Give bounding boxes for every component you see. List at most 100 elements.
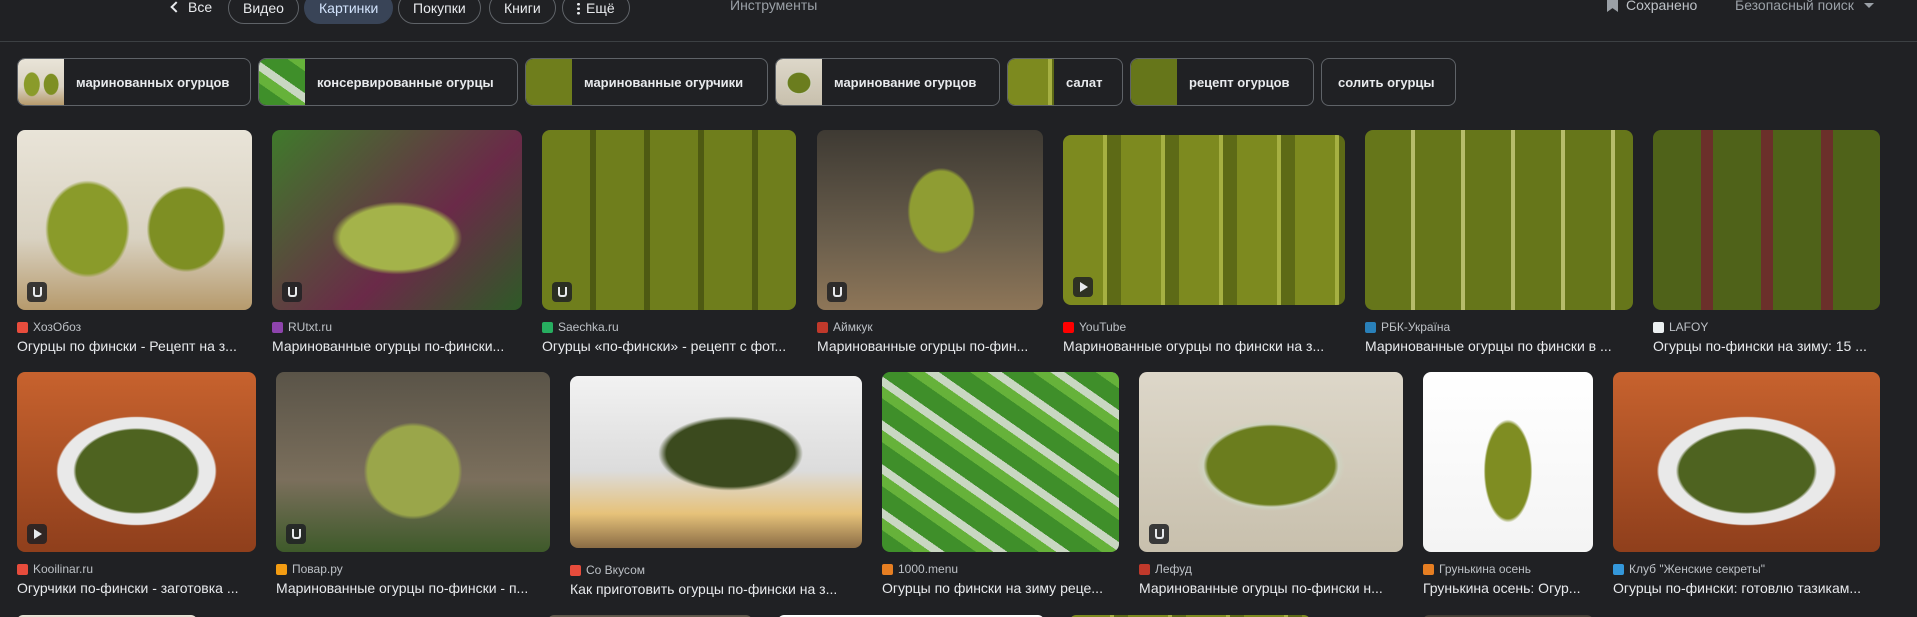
favicon-icon — [1063, 321, 1074, 333]
result-title[interactable]: Огурцы по-фински: готовлю тазикам... — [1613, 580, 1880, 596]
result-image[interactable] — [276, 372, 550, 552]
chip-thumbnail — [526, 59, 572, 105]
result-image[interactable] — [882, 372, 1119, 552]
chip-pickled-gherkins[interactable]: маринованные огурчики — [525, 58, 768, 106]
favicon-icon — [276, 563, 287, 575]
result-title[interactable]: Огурцы по-фински на зиму: 15 ... — [1653, 338, 1880, 354]
result-title[interactable]: Огурцы по фински - Рецепт на з... — [17, 338, 252, 354]
chip-salt-cucumbers[interactable]: солить огурцы — [1321, 58, 1456, 106]
utensils-icon — [32, 287, 42, 297]
result-title[interactable]: Огурчики по-фински - заготовка ... — [17, 580, 256, 596]
recipe-badge — [552, 282, 572, 302]
result-card[interactable]: ХозОбоз Огурцы по фински - Рецепт на з..… — [17, 130, 252, 354]
favicon-icon — [17, 563, 28, 575]
result-source[interactable]: Со Вкусом — [570, 562, 862, 578]
safe-search-dropdown[interactable]: Безопасный поиск — [1735, 0, 1874, 13]
result-image[interactable] — [570, 376, 862, 548]
favicon-icon — [1613, 563, 1624, 575]
result-card[interactable]: Грунькина осень Грунькина осень: Огур... — [1423, 372, 1593, 596]
chip-salad[interactable]: салат — [1007, 58, 1123, 106]
bookmark-icon — [1607, 0, 1618, 12]
result-card[interactable]: Kooilinar.ru Огурчики по-фински - загото… — [17, 372, 256, 596]
result-card[interactable]: RUtxt.ru Маринованные огурцы по-фински..… — [272, 130, 522, 354]
result-image[interactable] — [542, 130, 796, 310]
favicon-icon — [272, 321, 283, 333]
chip-canned-cucumbers[interactable]: консервированные огурцы — [258, 58, 518, 106]
tab-shopping[interactable]: Покупки — [398, 0, 481, 24]
utensils-icon — [832, 287, 842, 297]
video-badge — [27, 524, 47, 544]
result-title[interactable]: Как приготовить огурцы по-фински на з... — [570, 581, 862, 597]
result-card[interactable]: Лефуд Маринованные огурцы по-фински н... — [1139, 372, 1403, 596]
result-source[interactable]: 1000.menu — [882, 561, 1119, 577]
recipe-badge — [27, 282, 47, 302]
result-card[interactable]: Аймкук Маринованные огурцы по-фин... — [817, 130, 1043, 354]
result-source[interactable]: Kooilinar.ru — [17, 561, 256, 577]
chip-pickling-cucumbers[interactable]: маринование огурцов — [775, 58, 1000, 106]
result-source[interactable]: Повар.ру — [276, 561, 550, 577]
favicon-icon — [1653, 321, 1664, 333]
result-source[interactable]: RUtxt.ru — [272, 319, 522, 335]
result-image[interactable] — [1139, 372, 1403, 552]
result-source[interactable]: YouTube — [1063, 319, 1345, 335]
chip-thumbnail — [1008, 59, 1054, 105]
saved-button[interactable]: Сохранено — [1607, 0, 1697, 13]
result-title[interactable]: Грунькина осень: Огур... — [1423, 580, 1593, 596]
result-image[interactable] — [17, 130, 252, 310]
recipe-badge — [286, 524, 306, 544]
result-card[interactable]: РБК-Україна Маринованные огурцы по финск… — [1365, 130, 1633, 354]
result-title[interactable]: Маринованные огурцы по-фински н... — [1139, 580, 1403, 596]
search-tabs-bar: Все Видео Картинки Покупки Книги Ещё Инс… — [0, 0, 1917, 42]
result-source[interactable]: Клуб "Женские секреты" — [1613, 561, 1880, 577]
tab-books[interactable]: Книги — [489, 0, 556, 24]
tab-more[interactable]: Ещё — [562, 0, 630, 24]
result-title[interactable]: Огурцы «по-фински» - рецепт с фот... — [542, 338, 796, 354]
result-source[interactable]: Аймкук — [817, 319, 1043, 335]
result-card[interactable]: Со Вкусом Как приготовить огурцы по-финс… — [570, 376, 862, 597]
chip-thumbnail — [1131, 59, 1177, 105]
result-image[interactable] — [1613, 372, 1880, 552]
result-image[interactable] — [817, 130, 1043, 310]
favicon-icon — [570, 564, 581, 576]
result-card[interactable]: YouTube Маринованные огурцы по фински на… — [1063, 135, 1345, 354]
utensils-icon — [1154, 529, 1164, 539]
chip-thumbnail — [259, 59, 305, 105]
chip-thumbnail — [776, 59, 822, 105]
result-title[interactable]: Маринованные огурцы по фински на з... — [1063, 338, 1345, 354]
recipe-badge — [1149, 524, 1169, 544]
favicon-icon — [1139, 563, 1150, 575]
result-card[interactable]: Повар.ру Маринованные огурцы по-фински -… — [276, 372, 550, 596]
result-image[interactable] — [1063, 135, 1345, 305]
result-source[interactable]: Saechka.ru — [542, 319, 796, 335]
recipe-badge — [827, 282, 847, 302]
recipe-badge — [282, 282, 302, 302]
result-image[interactable] — [1365, 130, 1633, 310]
result-image[interactable] — [272, 130, 522, 310]
result-title[interactable]: Маринованные огурцы по фински в ... — [1365, 338, 1633, 354]
result-title[interactable]: Маринованные огурцы по-фински... — [272, 338, 522, 354]
result-title[interactable]: Маринованные огурцы по-фин... — [817, 338, 1043, 354]
result-title[interactable]: Маринованные огурцы по-фински - п... — [276, 580, 550, 596]
chip-cucumber-recipe[interactable]: рецепт огурцов — [1130, 58, 1314, 106]
result-source[interactable]: ХозОбоз — [17, 319, 252, 335]
result-card[interactable]: Saechka.ru Огурцы «по-фински» - рецепт с… — [542, 130, 796, 354]
result-image[interactable] — [1423, 372, 1593, 552]
result-card[interactable]: 1000.menu Огурцы по фински на зиму реце.… — [882, 372, 1119, 596]
result-title[interactable]: Огурцы по фински на зиму реце... — [882, 580, 1119, 596]
chip-pickled-cucumbers[interactable]: маринованных огурцов — [17, 58, 251, 106]
result-image[interactable] — [17, 372, 256, 552]
tab-images[interactable]: Картинки — [304, 0, 394, 24]
tools-button[interactable]: Инструменты — [730, 0, 817, 13]
favicon-icon — [882, 563, 893, 575]
play-icon — [1080, 282, 1088, 292]
result-source[interactable]: Грунькина осень — [1423, 561, 1593, 577]
result-card[interactable]: LAFOY Огурцы по-фински на зиму: 15 ... — [1653, 130, 1880, 354]
tab-video[interactable]: Видео — [228, 0, 299, 24]
result-source[interactable]: РБК-Україна — [1365, 319, 1633, 335]
result-card[interactable]: Клуб "Женские секреты" Огурцы по-фински:… — [1613, 372, 1880, 596]
result-source[interactable]: Лефуд — [1139, 561, 1403, 577]
tab-all[interactable]: Все — [158, 0, 226, 24]
result-image[interactable] — [1653, 130, 1880, 310]
favicon-icon — [542, 321, 553, 333]
result-source[interactable]: LAFOY — [1653, 319, 1880, 335]
